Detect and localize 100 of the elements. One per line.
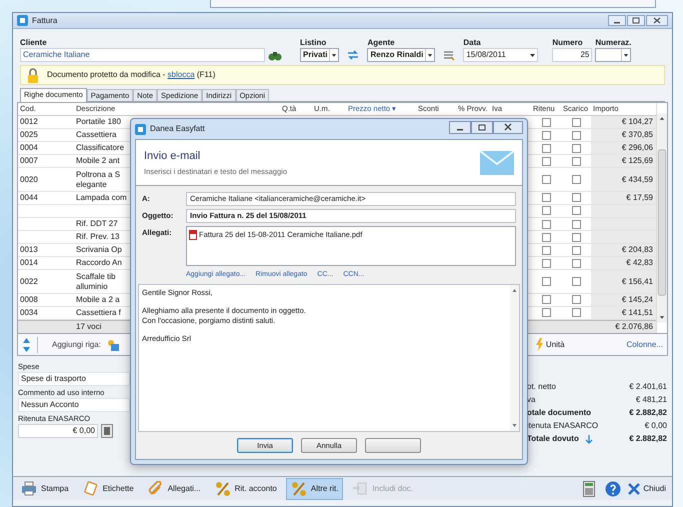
item-code: 0022 xyxy=(20,276,38,287)
window-title: Fattura xyxy=(32,14,58,26)
checkbox[interactable] xyxy=(572,144,580,153)
checkbox[interactable] xyxy=(542,308,550,318)
checkbox[interactable] xyxy=(542,246,550,255)
amount-cell: € 296,06 xyxy=(591,142,656,154)
notice-text: Documento protetto da modifica - sblocca (F11) xyxy=(47,69,216,81)
item-code: 0007 xyxy=(20,156,38,166)
item-description: Scrivania Op xyxy=(76,245,122,256)
item-description: Mobile a 2 a xyxy=(76,294,120,305)
checkbox[interactable] xyxy=(572,130,580,140)
maximize-icon[interactable] xyxy=(471,120,493,134)
move-arrows-icon[interactable] xyxy=(22,336,31,352)
dialog-button[interactable] xyxy=(365,438,421,453)
total-label: otale documento xyxy=(527,408,592,418)
item-code: 0014 xyxy=(20,258,38,268)
checkbox[interactable] xyxy=(542,232,550,242)
amount-cell: € 204,83 xyxy=(591,244,656,256)
checkbox[interactable] xyxy=(542,258,550,268)
numbering-select[interactable] xyxy=(595,48,632,62)
document-arrow-icon xyxy=(352,480,368,496)
item-description: Poltrona a S elegante xyxy=(76,170,120,190)
number-field[interactable]: 25 xyxy=(552,48,592,62)
minimize-icon[interactable] xyxy=(608,15,626,26)
checkbox[interactable] xyxy=(542,144,550,153)
amount-cell: € 42,83 xyxy=(591,257,656,270)
toolbar-button[interactable]: Rit. acconto xyxy=(210,478,282,500)
checkbox[interactable] xyxy=(572,295,580,304)
item-code: 0020 xyxy=(20,174,38,185)
checkbox[interactable] xyxy=(572,206,580,216)
agent-select[interactable]: Renzo Rinaldi xyxy=(367,48,436,62)
amount-cell: € 145,24 xyxy=(591,294,656,306)
dialog-title: Danea Easyfatt xyxy=(150,123,206,135)
dialog-heading: Invio e-mail xyxy=(144,148,202,164)
checkbox[interactable] xyxy=(542,130,550,140)
item-code: 0004 xyxy=(20,143,38,154)
swap-arrows-icon[interactable] xyxy=(346,49,360,61)
date-field[interactable]: 15/08/2011 xyxy=(463,48,538,62)
calculator-icon[interactable] xyxy=(101,424,113,438)
item-code: 0012 xyxy=(20,117,38,128)
checkbox[interactable] xyxy=(572,246,580,255)
sun-image-icon[interactable] xyxy=(106,338,119,350)
checkbox[interactable] xyxy=(542,220,550,229)
close-icon[interactable] xyxy=(493,120,523,134)
checkbox[interactable] xyxy=(572,118,580,127)
printer-icon xyxy=(21,480,37,496)
toolbar-button[interactable]: Altre rit. xyxy=(286,478,344,500)
item-description: Raccordo An xyxy=(76,258,122,268)
pdf-file-icon xyxy=(189,230,197,240)
unlock-link[interactable]: sblocca xyxy=(168,70,195,79)
checkbox[interactable] xyxy=(542,118,550,127)
toolbar-button[interactable]: Stampa xyxy=(16,478,74,500)
item-description: Cassettiera f xyxy=(76,308,121,318)
binoculars-icon[interactable] xyxy=(268,49,282,61)
amount-cell: € 17,59 xyxy=(591,192,656,204)
checkbox[interactable] xyxy=(572,156,580,166)
customer-field[interactable]: Ceramiche Italiane xyxy=(20,48,265,62)
field-label: Agente xyxy=(367,38,396,48)
item-description: Scaffale tib alluminio xyxy=(76,272,116,292)
maximize-icon[interactable] xyxy=(627,15,645,26)
checkbox[interactable] xyxy=(542,193,550,202)
amount-cell: € 156,41 xyxy=(591,270,656,293)
close-icon[interactable] xyxy=(646,15,668,26)
checkbox[interactable] xyxy=(572,258,580,268)
close-button[interactable]: Chiudi xyxy=(625,478,669,500)
units-button[interactable]: Unità xyxy=(546,338,565,350)
checkbox[interactable] xyxy=(542,295,550,304)
down-arrow-icon[interactable] xyxy=(584,434,593,444)
checkbox[interactable] xyxy=(572,220,580,229)
checkbox[interactable] xyxy=(542,156,550,166)
checkbox[interactable] xyxy=(572,308,580,318)
checkbox[interactable] xyxy=(542,277,550,286)
text-field[interactable]: Nessun Acconto xyxy=(18,398,130,412)
lightning-icon[interactable] xyxy=(534,338,544,351)
calculator-icon[interactable] xyxy=(583,480,596,496)
total-value: € 2.401,61 xyxy=(629,382,667,392)
checkbox[interactable] xyxy=(542,206,550,216)
item-description: Lampada com xyxy=(76,192,127,203)
minimize-icon[interactable] xyxy=(449,120,471,134)
item-code: 0044 xyxy=(20,192,38,203)
checkbox[interactable] xyxy=(542,175,550,184)
checkbox[interactable] xyxy=(572,277,580,286)
checkbox[interactable] xyxy=(572,232,580,242)
total-value: € 481,21 xyxy=(636,395,667,405)
checkbox[interactable] xyxy=(572,175,580,184)
checkbox[interactable] xyxy=(572,193,580,202)
help-icon[interactable] xyxy=(605,480,622,496)
field-label: Numeraz. xyxy=(595,38,632,48)
columns-link[interactable]: Colonne... xyxy=(626,338,663,350)
dropdown-caret-icon xyxy=(329,49,338,61)
price-list-select[interactable]: Privati xyxy=(300,48,340,62)
amount-field[interactable]: € 0,00 xyxy=(18,424,98,438)
percent-icon xyxy=(290,480,307,496)
toolbar-button[interactable]: Etichette xyxy=(78,478,139,500)
toolbar-button[interactable]: Allegati... xyxy=(142,478,206,500)
item-code: 0008 xyxy=(20,294,38,305)
dropdown-caret-icon xyxy=(425,49,434,61)
add-row-label: Aggiungi riga: xyxy=(52,338,101,350)
text-field[interactable]: Spese di trasporto xyxy=(18,372,130,386)
list-icon[interactable] xyxy=(442,49,456,61)
